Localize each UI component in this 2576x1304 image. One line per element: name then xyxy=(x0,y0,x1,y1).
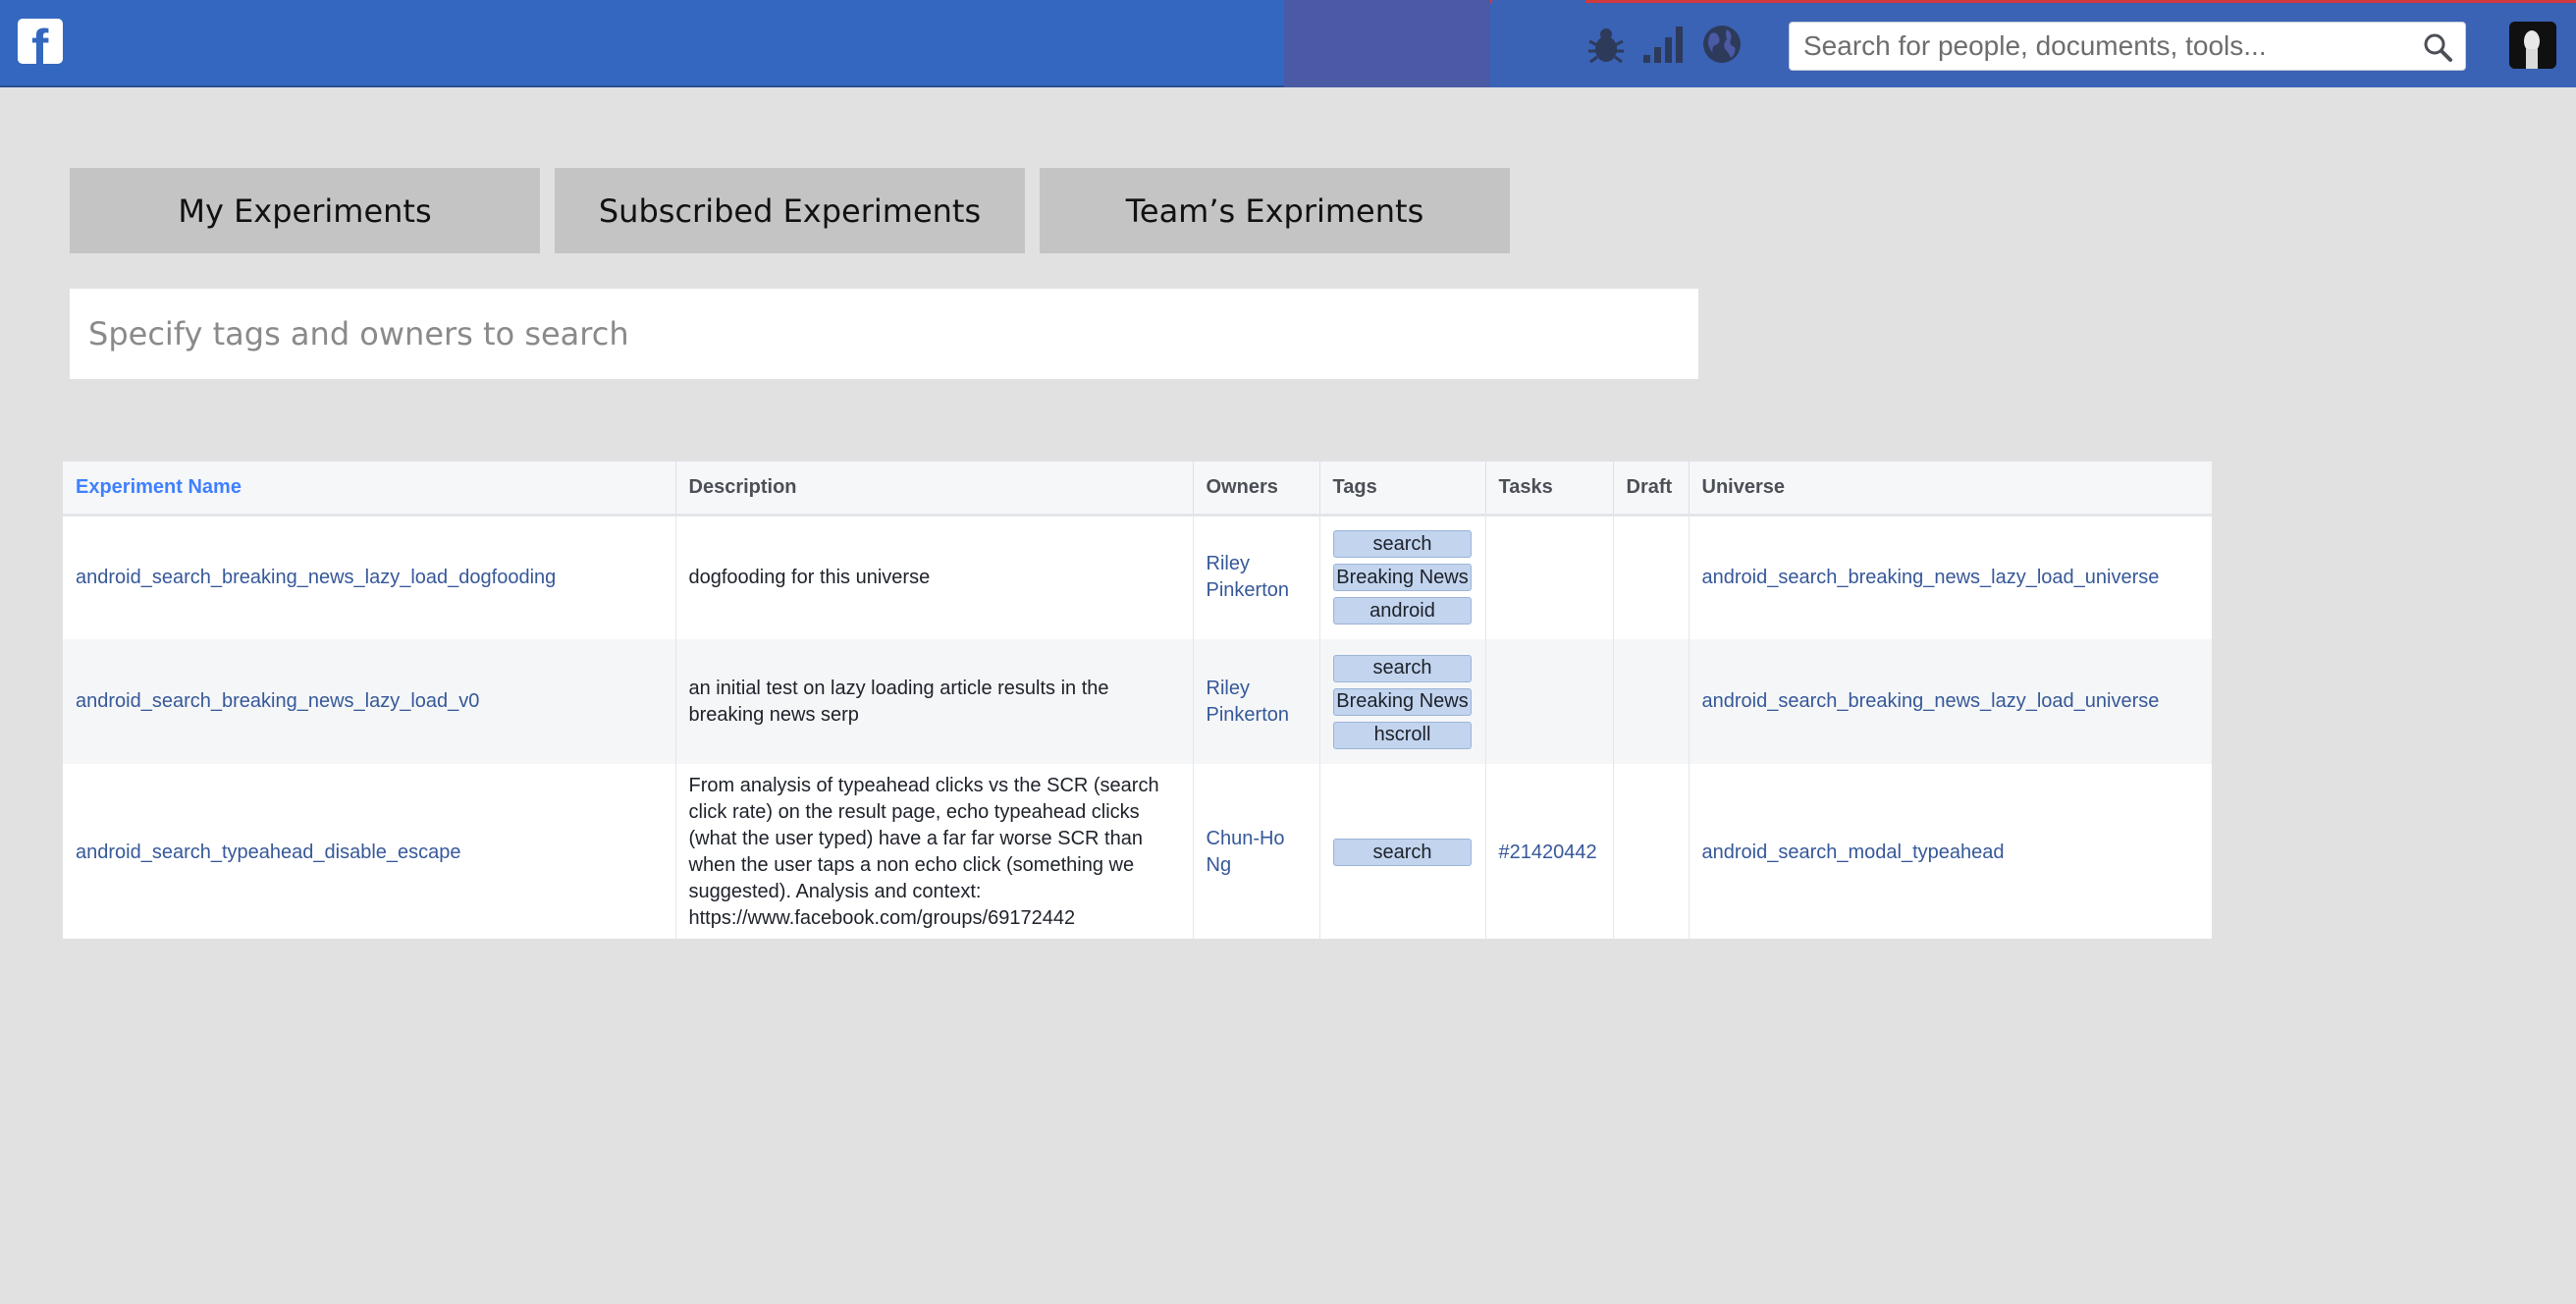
global-search-input[interactable] xyxy=(1803,23,2402,70)
draft-cell xyxy=(1613,639,1690,764)
owner-link[interactable]: Riley Pinkerton xyxy=(1207,553,1290,601)
owner-link[interactable]: Chun-Ho Ng xyxy=(1207,828,1285,876)
signal-bars-icon[interactable] xyxy=(1641,24,1689,65)
tab-teams-experiments[interactable]: Team’s Expriments xyxy=(1040,168,1510,253)
universe-link[interactable]: android_search_breaking_news_lazy_load_u… xyxy=(1702,690,2160,712)
bug-icon[interactable] xyxy=(1585,24,1627,65)
universe-link[interactable]: android_search_modal_typeahead xyxy=(1702,842,2005,863)
topbar-accent-line xyxy=(1490,0,1492,3)
draft-cell xyxy=(1613,764,1690,939)
column-header-experiment-name[interactable]: Experiment Name xyxy=(63,462,676,516)
topbar-shade xyxy=(1284,0,1490,87)
experiment-name-link[interactable]: android_search_breaking_news_lazy_load_v… xyxy=(76,690,479,712)
tag-list: search xyxy=(1333,839,1473,866)
tab-subscribed-experiments[interactable]: Subscribed Experiments xyxy=(555,168,1025,253)
user-avatar[interactable] xyxy=(2509,22,2556,69)
column-header-description[interactable]: Description xyxy=(675,462,1194,516)
topbar-accent-line xyxy=(1585,0,2576,3)
experiment-name-link[interactable]: android_search_typeahead_disable_escape xyxy=(76,842,461,863)
task-link[interactable]: #21420442 xyxy=(1499,842,1597,863)
column-header-owners[interactable]: Owners xyxy=(1193,462,1320,516)
table-header-row: Experiment Name Description Owners Tags … xyxy=(63,462,2212,516)
tag-list: search Breaking News android xyxy=(1333,530,1473,625)
experiment-name-link[interactable]: android_search_breaking_news_lazy_load_d… xyxy=(76,567,556,588)
tag-chip[interactable]: Breaking News xyxy=(1333,564,1472,592)
column-header-draft[interactable]: Draft xyxy=(1613,462,1690,516)
global-search-box[interactable] xyxy=(1789,22,2466,71)
owner-link[interactable]: Riley Pinkerton xyxy=(1207,678,1290,726)
tag-chip[interactable]: search xyxy=(1333,654,1472,682)
top-navigation-bar: f xyxy=(0,0,2576,87)
globe-icon[interactable] xyxy=(1701,24,1743,65)
tag-owner-search-input[interactable] xyxy=(70,289,1698,379)
experiments-table: Experiment Name Description Owners Tags … xyxy=(62,461,2213,940)
column-header-universe[interactable]: Universe xyxy=(1689,462,2212,516)
column-header-tasks[interactable]: Tasks xyxy=(1485,462,1614,516)
tag-chip[interactable]: Breaking News xyxy=(1333,687,1472,716)
tag-chip[interactable]: search xyxy=(1333,530,1472,559)
tag-list: search Breaking News hscroll xyxy=(1333,654,1473,749)
search-icon[interactable] xyxy=(2422,31,2453,63)
draft-cell xyxy=(1613,515,1690,639)
universe-link[interactable]: android_search_breaking_news_lazy_load_u… xyxy=(1702,567,2160,588)
table-row[interactable]: android_search_typeahead_disable_escape … xyxy=(63,764,2212,939)
tag-chip[interactable]: search xyxy=(1333,839,1472,866)
table-row[interactable]: android_search_breaking_news_lazy_load_d… xyxy=(63,515,2212,639)
table-row[interactable]: android_search_breaking_news_lazy_load_v… xyxy=(63,639,2212,764)
experiment-description: From analysis of typeahead clicks vs the… xyxy=(675,764,1194,939)
column-header-tags[interactable]: Tags xyxy=(1319,462,1486,516)
tab-my-experiments[interactable]: My Experiments xyxy=(70,168,540,253)
tag-chip[interactable]: hscroll xyxy=(1333,721,1472,749)
experiment-description: dogfooding for this universe xyxy=(675,515,1194,639)
experiment-description: an initial test on lazy loading article … xyxy=(675,639,1194,764)
avatar-silhouette-icon xyxy=(2509,22,2556,69)
facebook-logo-icon[interactable]: f xyxy=(18,19,63,64)
tag-chip[interactable]: android xyxy=(1333,597,1472,625)
tag-owner-search-box[interactable] xyxy=(70,289,1698,379)
